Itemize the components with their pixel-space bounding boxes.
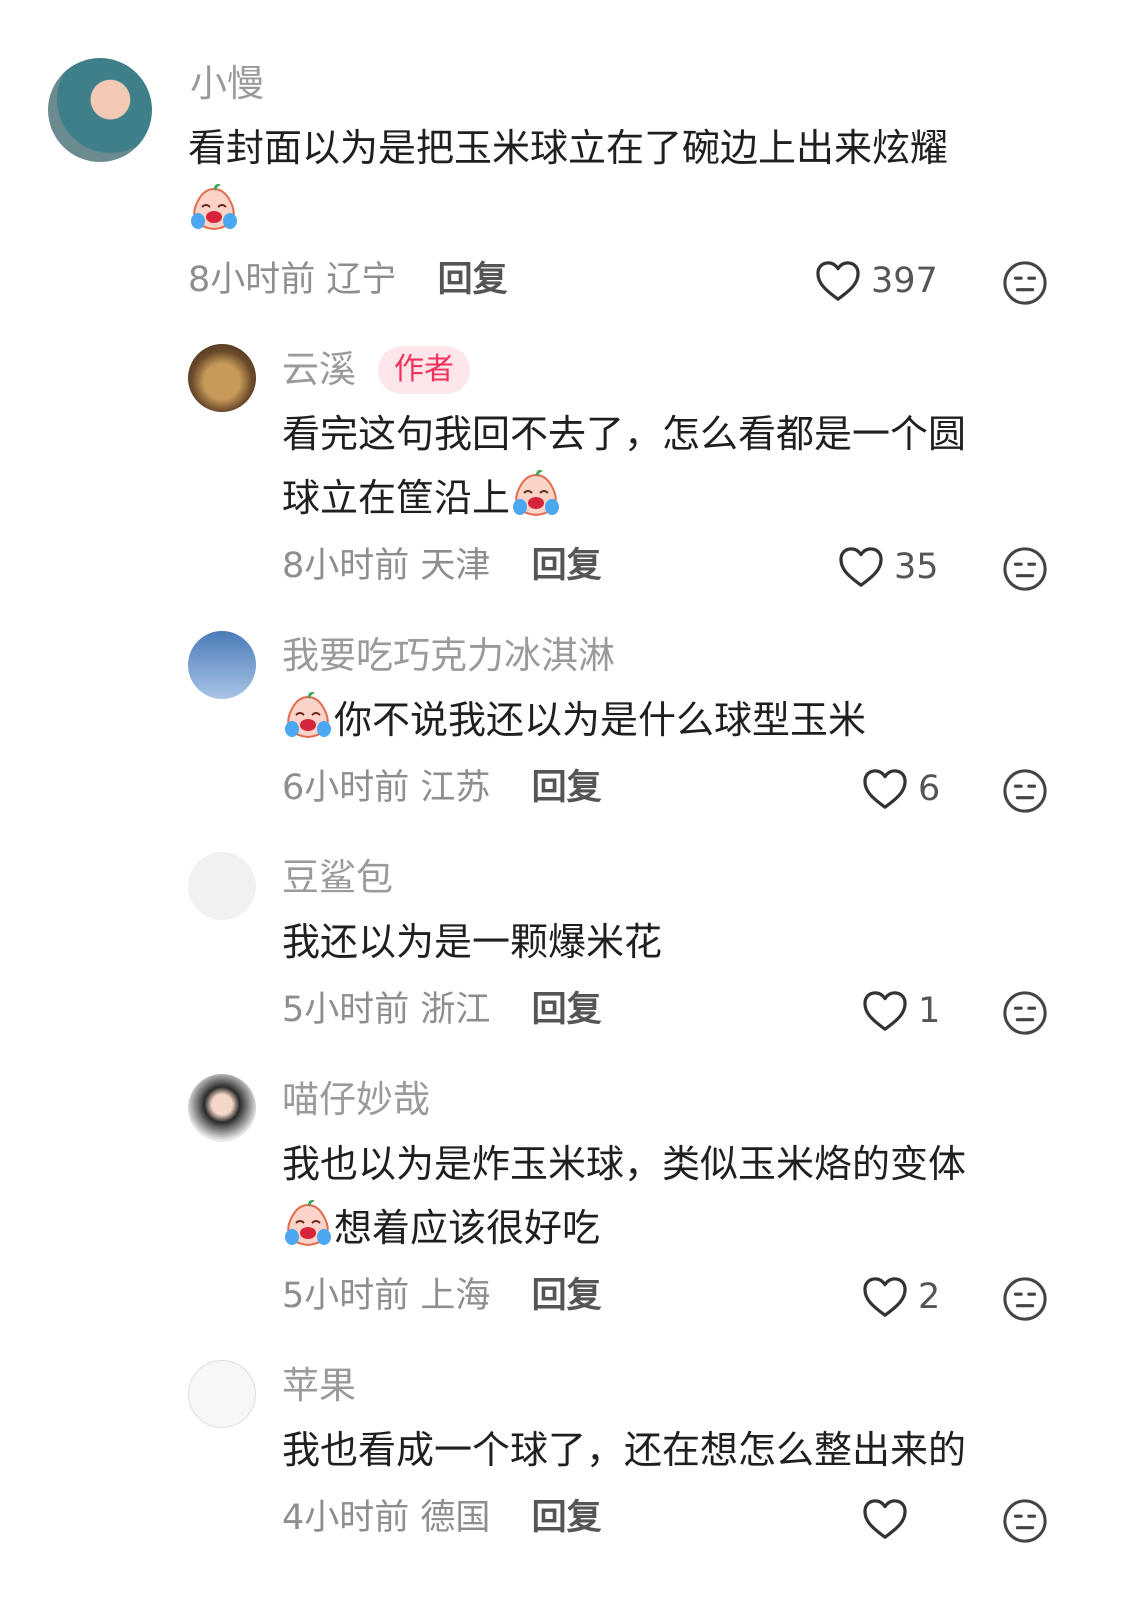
username[interactable]: 豆鲨包 — [282, 856, 393, 900]
meh-face-icon[interactable] — [1002, 1276, 1048, 1322]
username[interactable]: 我要吃巧克力冰淇淋 — [282, 634, 615, 678]
like-button[interactable]: 1 — [862, 986, 940, 1036]
like-count: 397 — [871, 261, 938, 301]
username[interactable]: 小慢 — [190, 62, 264, 106]
timestamp: 6小时前 — [282, 768, 410, 808]
comment-text-line: 我还以为是一颗爆米花 — [282, 920, 663, 964]
timestamp: 5小时前 — [282, 1276, 410, 1316]
avatar[interactable] — [188, 1360, 256, 1428]
username[interactable]: 云溪 作者 — [282, 346, 470, 394]
heart-outline-icon — [862, 1276, 908, 1318]
like-count: 35 — [894, 547, 939, 587]
comment-meta: 5小时前 浙江 回复 — [282, 988, 602, 1032]
username[interactable]: 喵仔妙哉 — [282, 1078, 430, 1122]
comment-meta: 4小时前 德国 回复 — [282, 1496, 602, 1540]
comment-text: 我也以为是炸玉米球，类似玉米烙的变体 想着应该很好吃 — [282, 1132, 966, 1260]
like-count: 2 — [918, 1277, 941, 1317]
comment-meta: 8小时前 辽宁 回复 — [188, 258, 508, 302]
comment-text: 我也看成一个球了，还在想怎么整出来的 — [282, 1418, 966, 1482]
comment-meta: 5小时前 上海 回复 — [282, 1274, 602, 1318]
crying-face-emoji — [510, 469, 562, 521]
like-count: 6 — [918, 769, 941, 809]
username[interactable]: 苹果 — [282, 1364, 356, 1408]
location: 天津 — [420, 546, 491, 586]
comment-meta: 6小时前 江苏 回复 — [282, 766, 602, 810]
comment-text-line: 你不说我还以为是什么球型玉米 — [282, 688, 866, 752]
avatar[interactable] — [188, 344, 256, 412]
meh-face-icon[interactable] — [1002, 990, 1048, 1036]
like-button[interactable] — [862, 1494, 918, 1544]
comment-text: 看完这句我回不去了，怎么看都是一个圆 球立在筐沿上 — [282, 402, 966, 530]
comment-text-line: 我也以为是炸玉米球，类似玉米烙的变体 — [282, 1142, 967, 1186]
comment-text-line — [188, 180, 948, 244]
meh-face-icon[interactable] — [1002, 260, 1048, 306]
comment-text-span: 球立在筐沿上 — [282, 476, 511, 520]
crying-face-emoji — [188, 183, 240, 235]
location: 浙江 — [420, 990, 491, 1030]
reply-button[interactable]: 回复 — [532, 1276, 602, 1316]
comment-text-line: 球立在筐沿上 — [282, 466, 966, 530]
heart-outline-icon — [815, 260, 861, 302]
username-text[interactable]: 云溪 — [282, 348, 356, 391]
meh-face-icon[interactable] — [1002, 768, 1048, 814]
comment-meta: 8小时前 天津 回复 — [282, 544, 602, 588]
comment-text-span: 你不说我还以为是什么球型玉米 — [334, 698, 867, 742]
meh-face-icon[interactable] — [1002, 546, 1048, 592]
comment-text-line: 看完这句我回不去了，怎么看都是一个圆 — [282, 412, 967, 456]
comment-text-line: 看封面以为是把玉米球立在了碗边上出来炫耀 — [188, 126, 949, 170]
reply-button[interactable]: 回复 — [532, 546, 602, 586]
timestamp: 8小时前 — [282, 546, 410, 586]
meh-face-icon[interactable] — [1002, 1498, 1048, 1544]
timestamp: 4小时前 — [282, 1498, 410, 1538]
like-button[interactable]: 35 — [838, 542, 939, 592]
timestamp: 5小时前 — [282, 990, 410, 1030]
avatar[interactable] — [48, 58, 152, 162]
like-button[interactable]: 2 — [862, 1272, 940, 1322]
comment-text-span: 想着应该很好吃 — [334, 1206, 601, 1250]
heart-outline-icon — [862, 990, 908, 1032]
heart-outline-icon — [838, 546, 884, 588]
location: 辽宁 — [326, 260, 397, 300]
reply-button[interactable]: 回复 — [532, 1498, 602, 1538]
timestamp: 8小时前 — [188, 260, 316, 300]
reply-button[interactable]: 回复 — [532, 768, 602, 808]
crying-face-emoji — [282, 691, 334, 743]
location: 上海 — [420, 1276, 491, 1316]
like-button[interactable]: 397 — [815, 256, 938, 306]
avatar[interactable] — [188, 1074, 256, 1142]
comment-text-line: 想着应该很好吃 — [282, 1196, 966, 1260]
comment-text-line: 我也看成一个球了，还在想怎么整出来的 — [282, 1428, 967, 1472]
comment-text: 我还以为是一颗爆米花 — [282, 910, 662, 974]
reply-button[interactable]: 回复 — [438, 260, 508, 300]
comment-text: 你不说我还以为是什么球型玉米 — [282, 688, 866, 752]
author-badge: 作者 — [378, 346, 470, 394]
heart-outline-icon — [862, 768, 908, 810]
comment-text: 看封面以为是把玉米球立在了碗边上出来炫耀 — [188, 116, 948, 244]
crying-face-emoji — [282, 1199, 334, 1251]
like-button[interactable]: 6 — [862, 764, 940, 814]
avatar[interactable] — [188, 631, 256, 699]
location: 江苏 — [420, 768, 491, 808]
reply-button[interactable]: 回复 — [532, 990, 602, 1030]
like-count: 1 — [918, 991, 941, 1031]
avatar[interactable] — [188, 852, 256, 920]
location: 德国 — [420, 1498, 491, 1538]
heart-outline-icon — [862, 1498, 908, 1540]
